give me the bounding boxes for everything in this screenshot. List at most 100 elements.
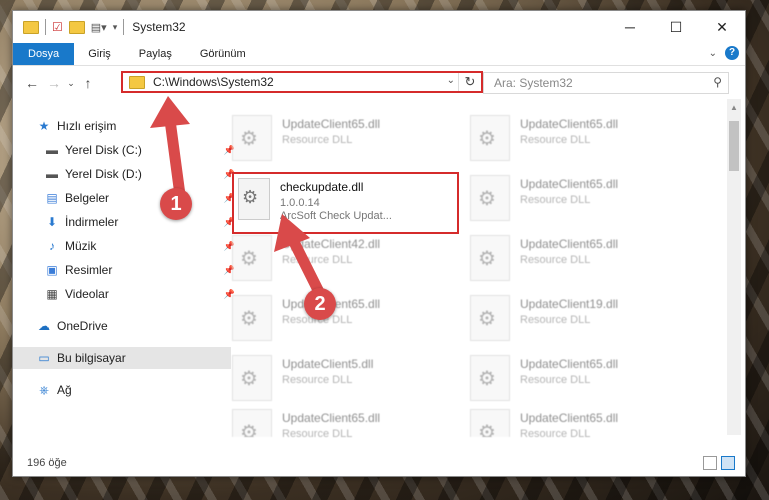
cloud-icon: ☁ (38, 319, 50, 333)
sidebar-item-label: Hızlı erişim (57, 119, 117, 133)
sidebar-item-quick-access[interactable]: ★ Hızlı erişim (13, 115, 231, 137)
file-version: 1.0.0.14 (280, 197, 320, 209)
sidebar-item-this-pc[interactable]: ▭ Bu bilgisayar (13, 347, 231, 369)
music-icon: ♪ (49, 239, 55, 253)
recent-dropdown-icon[interactable]: ⌄ (65, 78, 77, 89)
file-description: Resource DLL (520, 134, 591, 146)
sidebar-item-disk-c[interactable]: ▬ Yerel Disk (C:) 📌 (13, 139, 239, 161)
file-item[interactable]: UpdateClient19.dll Resource DLL (470, 295, 700, 345)
file-name: UpdateClient65.dll (520, 237, 619, 251)
expand-ribbon-icon[interactable]: ⌄ (709, 48, 717, 59)
sidebar-item-network[interactable]: ⎈ Ağ (13, 379, 231, 401)
sidebar-item-music[interactable]: ♪ Müzik 📌 (13, 235, 239, 257)
file-name: UpdateClient65.dll (520, 117, 619, 131)
tab-giris[interactable]: Giriş (74, 43, 125, 65)
dll-file-icon (470, 235, 510, 281)
vertical-scrollbar[interactable]: ▲ (727, 99, 741, 435)
minimize-button[interactable]: ─ (607, 11, 653, 43)
main-content: ★ Hızlı erişim ▬ Yerel Disk (C:) 📌 ▬ Yer… (13, 99, 745, 447)
new-folder-icon[interactable] (68, 20, 85, 34)
close-button[interactable]: ✕ (699, 11, 745, 43)
sidebar-item-label: Resimler (65, 263, 113, 277)
file-name: UpdateClient65.dll (520, 411, 619, 425)
sidebar-item-documents[interactable]: ▤ Belgeler 📌 (13, 187, 239, 209)
file-description: Resource DLL (520, 374, 591, 386)
properties-icon[interactable]: ☑ (52, 20, 63, 34)
search-input[interactable]: Ara: System32 ⚲ (483, 72, 729, 94)
sidebar-item-label: İndirmeler (65, 215, 119, 229)
sidebar-item-videos[interactable]: ▦ Videolar 📌 (13, 283, 239, 305)
file-item[interactable]: UpdateClient5.dll Resource DLL (232, 355, 462, 405)
help-icon[interactable]: ? (725, 46, 739, 60)
star-icon: ★ (38, 119, 50, 133)
divider (45, 19, 46, 35)
video-icon: ▦ (46, 287, 58, 301)
file-description: Resource DLL (520, 428, 591, 437)
file-name: UpdateClient42.dll (282, 237, 381, 251)
title-bar: ☑ ▤▾ ▾ System32 ─ ☐ ✕ (13, 11, 745, 43)
file-item[interactable]: UpdateClient42.dll Resource DLL (232, 235, 462, 285)
pictures-icon: ▣ (46, 263, 58, 277)
search-icon[interactable]: ⚲ (713, 75, 722, 89)
scrollbar-thumb[interactable] (729, 121, 739, 171)
sidebar-item-label: Bu bilgisayar (57, 351, 126, 365)
refresh-icon[interactable]: ↻ (458, 73, 481, 91)
customize-icon[interactable]: ▤▾ (91, 21, 107, 34)
sidebar-item-downloads[interactable]: ⬇ İndirmeler 📌 (13, 211, 239, 233)
dll-file-icon (470, 355, 510, 401)
up-arrow-icon[interactable]: ↑ (77, 75, 99, 91)
file-item[interactable]: UpdateClient65.dll Resource DLL (470, 409, 700, 437)
sidebar-item-label: Müzik (65, 239, 97, 253)
chevron-down-icon[interactable]: ⌄ (447, 75, 455, 86)
sidebar-item-onedrive[interactable]: ☁ OneDrive (13, 315, 231, 337)
drive-icon: ▬ (46, 167, 58, 181)
file-description: ArcSoft Check Updat... (280, 210, 392, 222)
documents-icon: ▤ (46, 191, 58, 205)
forward-arrow-icon[interactable]: → (43, 75, 65, 91)
dll-file-icon (470, 175, 510, 221)
sidebar-item-label: Belgeler (65, 191, 110, 205)
folder-icon[interactable] (23, 20, 39, 34)
file-description: Resource DLL (282, 374, 353, 386)
tab-dosya[interactable]: Dosya (13, 43, 75, 65)
file-item[interactable]: UpdateClient65.dll Resource DLL (470, 115, 700, 165)
ribbon-right: ⌄ ? (709, 46, 739, 60)
file-item[interactable]: UpdateClient65.dll Resource DLL (232, 115, 462, 165)
tiles-view-icon[interactable] (721, 456, 735, 470)
file-item[interactable]: UpdateClient65.dllResource DLL (232, 409, 462, 437)
file-description: Resource DLL (282, 428, 353, 437)
sidebar-item-label: Ağ (57, 383, 72, 397)
file-name: UpdateClient65.dll (520, 177, 619, 191)
file-description: Resource DLL (282, 314, 353, 326)
sidebar-item-disk-d[interactable]: ▬ Yerel Disk (D:) 📌 (13, 163, 239, 185)
file-item[interactable]: UpdateClient65.dllResource DLL (470, 355, 700, 405)
dropdown-icon[interactable]: ▾ (113, 22, 118, 33)
status-bar: 196 öğe (13, 450, 745, 476)
scroll-up-icon[interactable]: ▲ (730, 103, 738, 112)
address-path: C:\Windows\System32 (153, 75, 274, 89)
file-item[interactable]: UpdateClient65.dllResource DLL (470, 235, 700, 285)
file-description: Resource DLL (520, 194, 591, 206)
sidebar-item-label: Yerel Disk (C:) (65, 143, 142, 157)
address-bar[interactable]: C:\Windows\System32 ⌄ ↻ (121, 71, 483, 93)
tab-gorunum[interactable]: Görünüm (186, 43, 260, 65)
sidebar-item-label: Yerel Disk (D:) (65, 167, 142, 181)
file-item[interactable]: UpdateClient65.dll Resource DLL (470, 175, 700, 225)
dll-file-icon (232, 355, 272, 401)
dll-file-icon (470, 409, 510, 437)
file-item[interactable]: UpdateClient65.dllResource DLL (232, 295, 462, 345)
dll-file-icon (232, 409, 272, 437)
file-item-checkupdate[interactable]: checkupdate.dll 1.0.0.14 ArcSoft Check U… (232, 172, 459, 234)
file-name: UpdateClient65.dll (282, 117, 381, 131)
tab-paylas[interactable]: Paylaş (125, 43, 186, 65)
file-name: UpdateClient19.dll (520, 297, 619, 311)
details-view-icon[interactable] (703, 456, 717, 470)
file-name: checkupdate.dll (280, 180, 364, 194)
back-arrow-icon[interactable]: ← (21, 75, 43, 91)
file-description: Resource DLL (282, 134, 353, 146)
folder-icon (129, 75, 145, 89)
download-icon: ⬇ (46, 215, 58, 229)
maximize-button[interactable]: ☐ (653, 11, 699, 43)
sidebar-item-pictures[interactable]: ▣ Resimler 📌 (13, 259, 239, 281)
sidebar-item-label: OneDrive (57, 319, 108, 333)
